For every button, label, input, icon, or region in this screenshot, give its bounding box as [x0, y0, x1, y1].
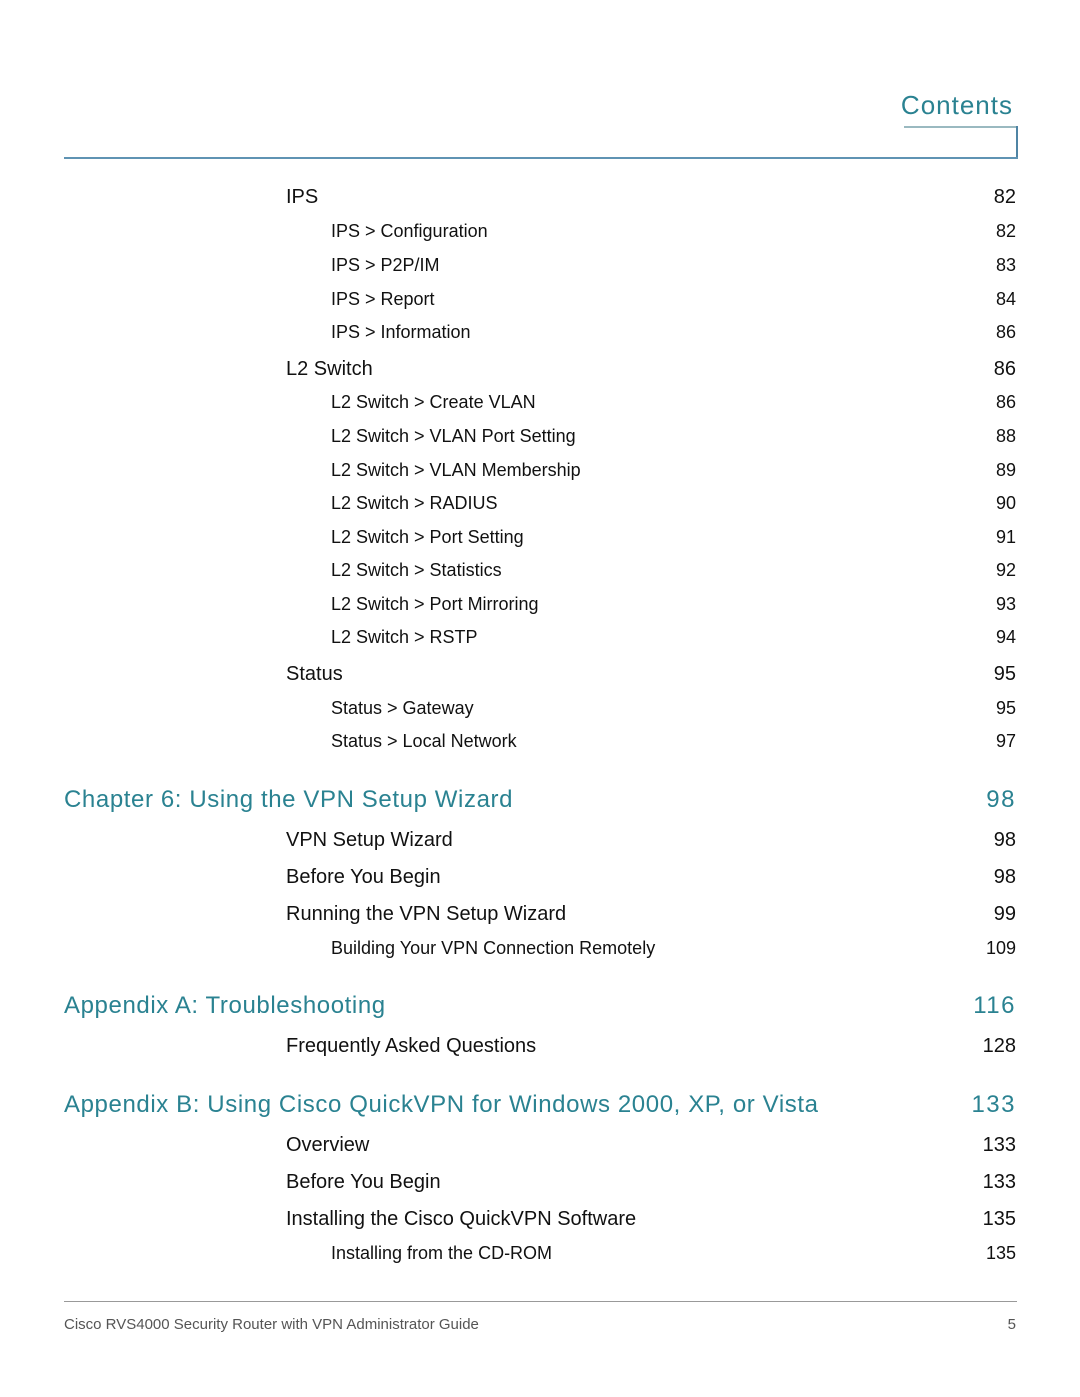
toc-entry-label[interactable]: Chapter 6: Using the VPN Setup Wizard: [64, 786, 513, 814]
toc-entry-page-number[interactable]: 135: [986, 1243, 1016, 1264]
toc-entry-page-number[interactable]: 86: [994, 358, 1016, 381]
toc-entry-label[interactable]: L2 Switch > Port Setting: [331, 527, 524, 548]
toc-entry-page-number[interactable]: 128: [983, 1035, 1016, 1058]
toc-entry-label[interactable]: L2 Switch > RSTP: [331, 627, 478, 648]
header-rule-bottom: [64, 157, 1018, 159]
toc-entry-label[interactable]: VPN Setup Wizard: [286, 829, 453, 852]
toc-entry-page-number[interactable]: 99: [994, 903, 1016, 926]
header-rule-right: [1016, 126, 1018, 159]
toc-entry-page-number[interactable]: 82: [996, 221, 1016, 242]
toc-entry-label[interactable]: Status > Gateway: [331, 698, 474, 719]
toc-entry-page-number[interactable]: 135: [983, 1208, 1016, 1231]
toc-entry-label[interactable]: Building Your VPN Connection Remotely: [331, 938, 655, 959]
footer-title: Cisco RVS4000 Security Router with VPN A…: [64, 1316, 479, 1333]
toc-entry-page-number[interactable]: 98: [986, 786, 1016, 814]
footer-page-number: 5: [1007, 1316, 1016, 1333]
toc-entry-page-number[interactable]: 133: [971, 1091, 1016, 1119]
toc-entry-label[interactable]: L2 Switch > VLAN Port Setting: [331, 426, 576, 447]
toc-entry-page-number[interactable]: 86: [996, 322, 1016, 343]
toc-entry-label[interactable]: Appendix A: Troubleshooting: [64, 992, 386, 1020]
toc-entry-label[interactable]: Before You Begin: [286, 866, 441, 889]
page-title: Contents: [900, 90, 1013, 120]
toc-entry-label[interactable]: IPS > Configuration: [331, 221, 488, 242]
toc-entry-label[interactable]: IPS > Information: [331, 322, 471, 343]
toc-entry-label[interactable]: Status > Local Network: [331, 731, 517, 752]
toc-entry-page-number[interactable]: 94: [996, 627, 1016, 648]
toc-entry-label[interactable]: L2 Switch > Port Mirroring: [331, 594, 539, 615]
toc-entry-page-number[interactable]: 82: [994, 186, 1016, 209]
header-rule-top: [904, 126, 1017, 128]
toc-entry-page-number[interactable]: 93: [996, 594, 1016, 615]
footer-rule: [64, 1301, 1017, 1302]
toc-entry-label[interactable]: IPS > P2P/IM: [331, 255, 440, 276]
toc-entry-label[interactable]: Before You Begin: [286, 1171, 441, 1194]
toc-entry-page-number[interactable]: 133: [983, 1134, 1016, 1157]
toc-entry-label[interactable]: Installing from the CD-ROM: [331, 1243, 552, 1264]
toc-entry-page-number[interactable]: 84: [996, 289, 1016, 310]
toc-entry-label[interactable]: Appendix B: Using Cisco QuickVPN for Win…: [64, 1091, 819, 1119]
toc-entry-label[interactable]: Status: [286, 663, 343, 686]
toc-entry-label[interactable]: L2 Switch > Statistics: [331, 560, 502, 581]
toc-entry-label[interactable]: Installing the Cisco QuickVPN Software: [286, 1208, 636, 1231]
toc-entry-label[interactable]: L2 Switch > RADIUS: [331, 493, 498, 514]
toc-entry-page-number[interactable]: 95: [994, 663, 1016, 686]
toc-entry-page-number[interactable]: 109: [986, 938, 1016, 959]
toc-entry-page-number[interactable]: 92: [996, 560, 1016, 581]
toc-entry-label[interactable]: L2 Switch > Create VLAN: [331, 392, 536, 413]
toc-entry-page-number[interactable]: 98: [994, 866, 1016, 889]
toc-entry-page-number[interactable]: 83: [996, 255, 1016, 276]
toc-entry-label[interactable]: Running the VPN Setup Wizard: [286, 903, 566, 926]
toc-entry-page-number[interactable]: 88: [996, 426, 1016, 447]
toc-entry-page-number[interactable]: 90: [996, 493, 1016, 514]
toc-entry-label[interactable]: IPS: [286, 186, 318, 209]
toc-entry-label[interactable]: Overview: [286, 1134, 369, 1157]
toc-entry-page-number[interactable]: 91: [996, 527, 1016, 548]
toc-entry-page-number[interactable]: 97: [996, 731, 1016, 752]
toc-entry-label[interactable]: IPS > Report: [331, 289, 435, 310]
toc-entry-label[interactable]: Frequently Asked Questions: [286, 1035, 536, 1058]
toc-entry-page-number[interactable]: 86: [996, 392, 1016, 413]
toc-entry-label[interactable]: L2 Switch > VLAN Membership: [331, 460, 581, 481]
toc-entry-page-number[interactable]: 98: [994, 829, 1016, 852]
toc-entry-page-number[interactable]: 116: [973, 992, 1016, 1020]
toc-entry-page-number[interactable]: 95: [996, 698, 1016, 719]
toc-entry-page-number[interactable]: 89: [996, 460, 1016, 481]
toc-entry-label[interactable]: L2 Switch: [286, 358, 373, 381]
toc-entry-page-number[interactable]: 133: [983, 1171, 1016, 1194]
